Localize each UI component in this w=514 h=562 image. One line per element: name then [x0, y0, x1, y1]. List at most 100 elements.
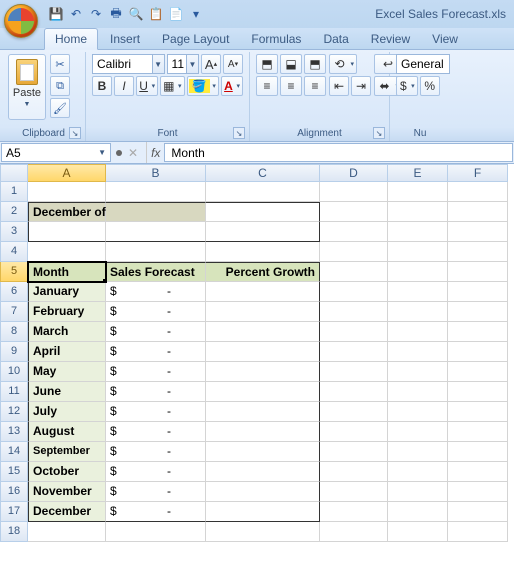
cell[interactable]	[206, 482, 320, 502]
cell[interactable]	[106, 242, 206, 262]
cell[interactable]: $-	[106, 422, 206, 442]
row-header[interactable]: 18	[0, 522, 28, 542]
cell[interactable]	[388, 262, 448, 282]
percent-button[interactable]: %	[420, 76, 440, 96]
cell[interactable]: February	[28, 302, 106, 322]
row-header[interactable]: 7	[0, 302, 28, 322]
cut-button[interactable]: ✂	[50, 54, 70, 74]
formula-bar[interactable]: Month	[164, 143, 513, 162]
tab-review[interactable]: Review	[361, 29, 420, 49]
cell[interactable]	[448, 442, 508, 462]
cell[interactable]: December	[28, 502, 106, 522]
fb-dot-icon[interactable]	[116, 150, 122, 156]
cell[interactable]	[320, 502, 388, 522]
cell[interactable]	[206, 282, 320, 302]
cell[interactable]	[320, 342, 388, 362]
cell[interactable]	[448, 402, 508, 422]
cell[interactable]	[206, 222, 320, 242]
cell[interactable]	[320, 362, 388, 382]
cell[interactable]: April	[28, 342, 106, 362]
cell[interactable]: September	[28, 442, 106, 462]
cell[interactable]	[388, 402, 448, 422]
cell[interactable]	[448, 262, 508, 282]
cell[interactable]	[320, 222, 388, 242]
cell[interactable]	[448, 182, 508, 202]
cell[interactable]	[448, 382, 508, 402]
font-launcher[interactable]: ↘	[233, 127, 245, 139]
cell[interactable]: $-	[106, 362, 206, 382]
cell[interactable]	[448, 342, 508, 362]
cell[interactable]	[206, 362, 320, 382]
fx-icon[interactable]: fx	[146, 142, 164, 163]
cell[interactable]	[106, 222, 206, 242]
row-header[interactable]: 6	[0, 282, 28, 302]
bold-button[interactable]: B	[92, 76, 112, 96]
cell[interactable]: $-	[106, 282, 206, 302]
cell[interactable]: $-	[106, 462, 206, 482]
cell[interactable]	[28, 182, 106, 202]
col-header-a[interactable]: A	[28, 164, 106, 182]
cell[interactable]	[206, 502, 320, 522]
name-box[interactable]: A5▼	[1, 143, 111, 162]
cell[interactable]: March	[28, 322, 106, 342]
cell[interactable]	[448, 422, 508, 442]
cell[interactable]	[320, 282, 388, 302]
row-header[interactable]: 4	[0, 242, 28, 262]
cell[interactable]	[320, 202, 388, 222]
cell[interactable]	[206, 302, 320, 322]
cell[interactable]	[388, 422, 448, 442]
cell[interactable]: January	[28, 282, 106, 302]
cell[interactable]	[28, 242, 106, 262]
row-header[interactable]: 9	[0, 342, 28, 362]
cell[interactable]	[448, 302, 508, 322]
cell[interactable]	[388, 342, 448, 362]
qat-customize-icon[interactable]: ▾	[188, 6, 204, 22]
row-header[interactable]: 12	[0, 402, 28, 422]
row-header[interactable]: 17	[0, 502, 28, 522]
align-middle-button[interactable]: ⬓	[280, 54, 302, 74]
orientation-button[interactable]: ⟲	[329, 54, 357, 74]
cell[interactable]	[320, 262, 388, 282]
cell[interactable]	[388, 362, 448, 382]
cell[interactable]	[448, 502, 508, 522]
cell[interactable]	[320, 182, 388, 202]
cell[interactable]	[388, 502, 448, 522]
row-header[interactable]: 8	[0, 322, 28, 342]
cell[interactable]: $-	[106, 342, 206, 362]
cell[interactable]	[106, 182, 206, 202]
row-header[interactable]: 10	[0, 362, 28, 382]
cell[interactable]: May	[28, 362, 106, 382]
format-painter-button[interactable]: 🖌	[50, 98, 70, 118]
cell[interactable]	[388, 322, 448, 342]
cell[interactable]: $-	[106, 402, 206, 422]
align-right-button[interactable]: ≡	[304, 76, 326, 96]
copy-button[interactable]: ⧉	[50, 76, 70, 96]
cell-active[interactable]: Month	[28, 262, 106, 282]
cell[interactable]	[320, 402, 388, 422]
cell[interactable]	[388, 182, 448, 202]
font-name-combo[interactable]: Calibri▼	[92, 54, 165, 74]
alignment-launcher[interactable]: ↘	[373, 127, 385, 139]
cell[interactable]	[206, 242, 320, 262]
tab-data[interactable]: Data	[313, 29, 358, 49]
row-header[interactable]: 3	[0, 222, 28, 242]
cell[interactable]	[206, 342, 320, 362]
col-header-d[interactable]: D	[320, 164, 388, 182]
cell[interactable]: August	[28, 422, 106, 442]
grow-font-button[interactable]: A▴	[201, 54, 221, 74]
quickprint-icon[interactable]: 🖶	[108, 6, 124, 22]
cell[interactable]: June	[28, 382, 106, 402]
cell[interactable]	[320, 462, 388, 482]
qat-icon-6[interactable]: 📋	[148, 6, 164, 22]
shrink-font-button[interactable]: A▾	[223, 54, 243, 74]
align-left-button[interactable]: ≡	[256, 76, 278, 96]
col-header-e[interactable]: E	[388, 164, 448, 182]
tab-formulas[interactable]: Formulas	[241, 29, 311, 49]
worksheet[interactable]: A B C D E F 1 2December of Previous Year…	[0, 164, 514, 542]
cell[interactable]	[388, 222, 448, 242]
tab-page-layout[interactable]: Page Layout	[152, 29, 239, 49]
cell[interactable]: $-	[106, 502, 206, 522]
cell[interactable]	[320, 302, 388, 322]
cell[interactable]	[206, 202, 320, 222]
cell[interactable]	[448, 322, 508, 342]
